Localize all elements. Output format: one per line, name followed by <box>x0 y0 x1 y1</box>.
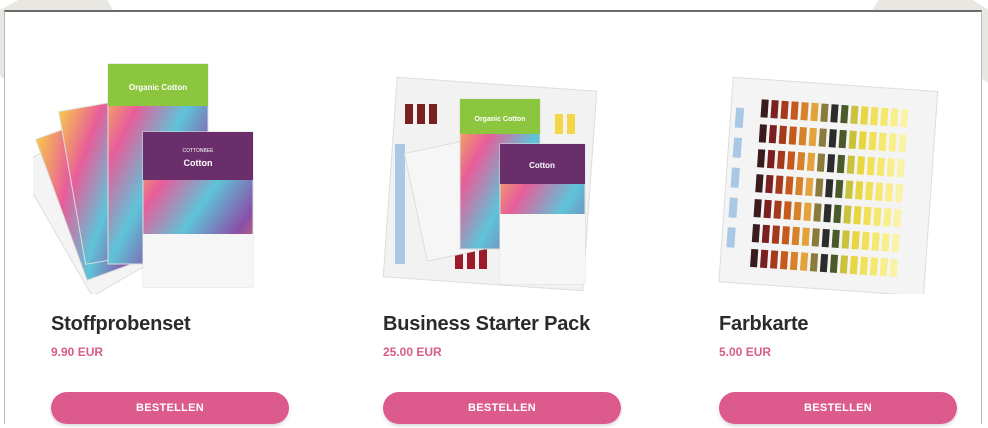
organic-cotton-label: Organic Cotton <box>475 116 526 123</box>
product-card-stoffprobenset: Organic Cotton COTTONBEE Cotton Stoffpro… <box>13 12 305 424</box>
order-button[interactable]: BESTELLEN <box>383 392 621 424</box>
fabric-swatch-fan-icon[interactable]: Organic Cotton COTTONBEE Cotton <box>33 44 273 294</box>
cotton-label: Cotton <box>529 161 555 170</box>
cotton-label: Cotton <box>184 158 213 168</box>
product-title[interactable]: Business Starter Pack <box>383 313 590 336</box>
order-button[interactable]: BESTELLEN <box>719 392 957 424</box>
product-price: 9.90 EUR <box>51 345 104 359</box>
order-button[interactable]: BESTELLEN <box>51 392 289 424</box>
product-title[interactable]: Farbkarte <box>719 313 809 336</box>
product-price: 25.00 EUR <box>383 345 442 359</box>
product-grid: Organic Cotton COTTONBEE Cotton Stoffpro… <box>4 10 982 424</box>
starter-pack-icon[interactable]: Organic Cotton Cotton <box>365 44 605 294</box>
product-title[interactable]: Stoffprobenset <box>51 313 191 336</box>
brand-label: COTTONBEE <box>182 148 214 154</box>
product-price: 5.00 EUR <box>719 345 772 359</box>
color-chart-icon[interactable] <box>701 44 941 294</box>
product-card-farbkarte: Farbkarte 5.00 EUR BESTELLEN <box>681 12 973 424</box>
organic-cotton-label: Organic Cotton <box>129 83 187 92</box>
product-card-business-starter-pack: Organic Cotton Cotton Business Starter P… <box>345 12 637 424</box>
